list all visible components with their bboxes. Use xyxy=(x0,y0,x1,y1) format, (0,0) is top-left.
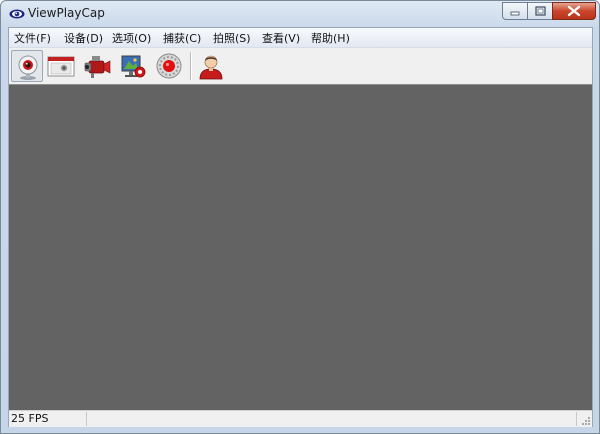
fps-indicator: 25 FPS xyxy=(9,412,87,426)
display-settings-icon xyxy=(121,55,146,78)
window-title: ViewPlayCap xyxy=(28,6,105,20)
menu-options[interactable]: 选项(O) xyxy=(112,30,151,46)
restore-icon xyxy=(535,6,546,16)
close-icon xyxy=(567,5,581,17)
menu-snapshot[interactable]: 拍照(S) xyxy=(213,30,251,46)
menu-bar: 文件(F) 设备(D) 选项(O) 捕获(C) 拍照(S) 查看(V) 帮助(H… xyxy=(9,28,592,48)
menu-view[interactable]: 查看(V) xyxy=(262,30,300,46)
camcorder-button[interactable] xyxy=(81,50,113,82)
menu-capture[interactable]: 捕获(C) xyxy=(163,30,201,46)
maximize-button[interactable] xyxy=(527,2,553,20)
user-button[interactable] xyxy=(195,50,227,82)
toolbar xyxy=(9,48,592,84)
menu-file[interactable]: 文件(F) xyxy=(14,30,51,46)
video-preview-area xyxy=(9,84,592,410)
user-icon xyxy=(199,55,223,80)
title-bar[interactable]: ViewPlayCap xyxy=(1,1,599,27)
status-message xyxy=(87,412,577,426)
display-settings-button[interactable] xyxy=(117,50,149,82)
video-window-icon xyxy=(47,56,75,77)
eye-icon xyxy=(9,9,25,19)
webcam-icon xyxy=(18,55,38,80)
minimize-icon xyxy=(510,11,520,16)
webcam-button[interactable] xyxy=(11,50,43,82)
menu-device[interactable]: 设备(D) xyxy=(64,30,103,46)
minimize-button[interactable] xyxy=(502,2,528,20)
record-icon xyxy=(156,53,182,79)
status-bar: 25 FPS xyxy=(9,410,592,427)
toolbar-separator xyxy=(190,52,192,80)
resize-grip-icon[interactable] xyxy=(579,414,591,426)
camcorder-icon xyxy=(84,56,111,78)
close-button[interactable] xyxy=(552,2,596,20)
menu-help[interactable]: 帮助(H) xyxy=(311,30,350,46)
record-button[interactable] xyxy=(153,50,185,82)
application-window: ViewPlayCap 文件(F) 设备(D) 选项(O) 捕获(C) 拍照(S… xyxy=(0,0,600,434)
video-window-button[interactable] xyxy=(45,50,77,82)
client-area: 文件(F) 设备(D) 选项(O) 捕获(C) 拍照(S) 查看(V) 帮助(H… xyxy=(8,27,593,427)
